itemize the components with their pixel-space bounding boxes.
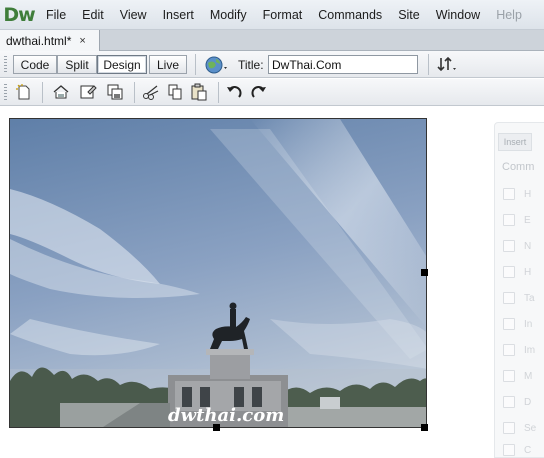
save-icon[interactable]	[78, 82, 98, 102]
menu-modify[interactable]: Modify	[202, 0, 255, 30]
insert-server-side-include[interactable]: Se	[503, 419, 543, 437]
insert-horizontal-rule[interactable]: H	[503, 263, 543, 281]
document-tab-label: dwthai.html*	[6, 33, 72, 48]
menu-window[interactable]: Window	[428, 0, 488, 30]
insert-div-icon	[503, 318, 515, 330]
code-view-button[interactable]: Code	[13, 55, 57, 74]
live-view-button[interactable]: Live	[149, 55, 187, 74]
preview-in-browser-icon[interactable]	[204, 55, 230, 78]
menu-help[interactable]: Help	[488, 0, 530, 30]
cut-icon[interactable]	[141, 82, 161, 102]
named-anchor-icon	[503, 240, 515, 252]
menu-insert[interactable]: Insert	[155, 0, 202, 30]
server-side-include-icon	[503, 422, 515, 434]
undo-icon[interactable]	[224, 82, 244, 102]
media-icon	[503, 370, 515, 382]
toolbar-separator	[218, 82, 219, 103]
split-view-button[interactable]: Split	[57, 55, 97, 74]
menu-file[interactable]: File	[38, 0, 74, 30]
resize-handle-bottom[interactable]	[213, 424, 220, 431]
dreamweaver-logo: Dw	[3, 3, 35, 26]
menu-bar: Dw File Edit View Insert Modify Format C…	[0, 0, 544, 30]
document-title-input[interactable]	[268, 55, 418, 74]
menu-edit[interactable]: Edit	[74, 0, 112, 30]
insert-named-anchor[interactable]: N	[503, 237, 543, 255]
toolbar-separator	[42, 82, 43, 103]
insert-category-select[interactable]: Comm	[502, 161, 534, 173]
toolbar-separator	[134, 82, 135, 103]
resize-handle-corner[interactable]	[421, 424, 428, 431]
insert-table[interactable]: Ta	[503, 289, 543, 307]
new-document-icon[interactable]	[14, 82, 34, 102]
insert-div[interactable]: In	[503, 315, 543, 333]
images-icon	[503, 344, 515, 356]
toolbar-separator	[195, 54, 196, 75]
save-all-icon[interactable]	[105, 82, 125, 102]
insert-images[interactable]: Im	[503, 341, 543, 359]
design-view-button[interactable]: Design	[97, 55, 147, 74]
menu-site[interactable]: Site	[390, 0, 428, 30]
redo-icon[interactable]	[249, 82, 269, 102]
insert-date[interactable]: D	[503, 393, 543, 411]
selected-image[interactable]: dwthai.com	[9, 118, 427, 428]
toolbar-gripper-icon[interactable]	[4, 84, 7, 101]
insert-hyperlink[interactable]: H	[503, 185, 543, 203]
open-icon[interactable]	[51, 82, 71, 102]
menu-commands[interactable]: Commands	[310, 0, 390, 30]
toolbar-gripper-icon[interactable]	[4, 56, 7, 73]
close-tab-icon[interactable]: ×	[79, 35, 85, 47]
date-icon	[503, 396, 515, 408]
photo-watermark: dwthai.com	[168, 405, 284, 426]
copy-icon[interactable]	[165, 82, 185, 102]
insert-panel-tab[interactable]: Insert	[498, 133, 532, 151]
file-management-icon[interactable]	[436, 55, 456, 75]
insert-email-link[interactable]: E	[503, 211, 543, 229]
insert-media[interactable]: M	[503, 367, 543, 385]
document-tab-bar: dwthai.html* ×	[0, 30, 544, 51]
toolbar-separator	[428, 54, 429, 75]
paste-icon[interactable]	[189, 82, 209, 102]
insert-comment[interactable]: C	[503, 441, 543, 458]
comment-icon	[503, 444, 515, 456]
monument-photo: dwthai.com	[10, 119, 426, 427]
email-link-icon	[503, 214, 515, 226]
menu-format[interactable]: Format	[255, 0, 311, 30]
hyperlink-icon	[503, 188, 515, 200]
menu-view[interactable]: View	[112, 0, 155, 30]
table-icon	[503, 292, 515, 304]
horizontal-rule-icon	[503, 266, 515, 278]
resize-handle-right[interactable]	[421, 269, 428, 276]
insert-panel: Insert Comm H E N H Ta In Im M D Se C	[494, 122, 544, 458]
title-label: Title:	[238, 58, 264, 72]
document-tab[interactable]: dwthai.html* ×	[0, 30, 100, 51]
